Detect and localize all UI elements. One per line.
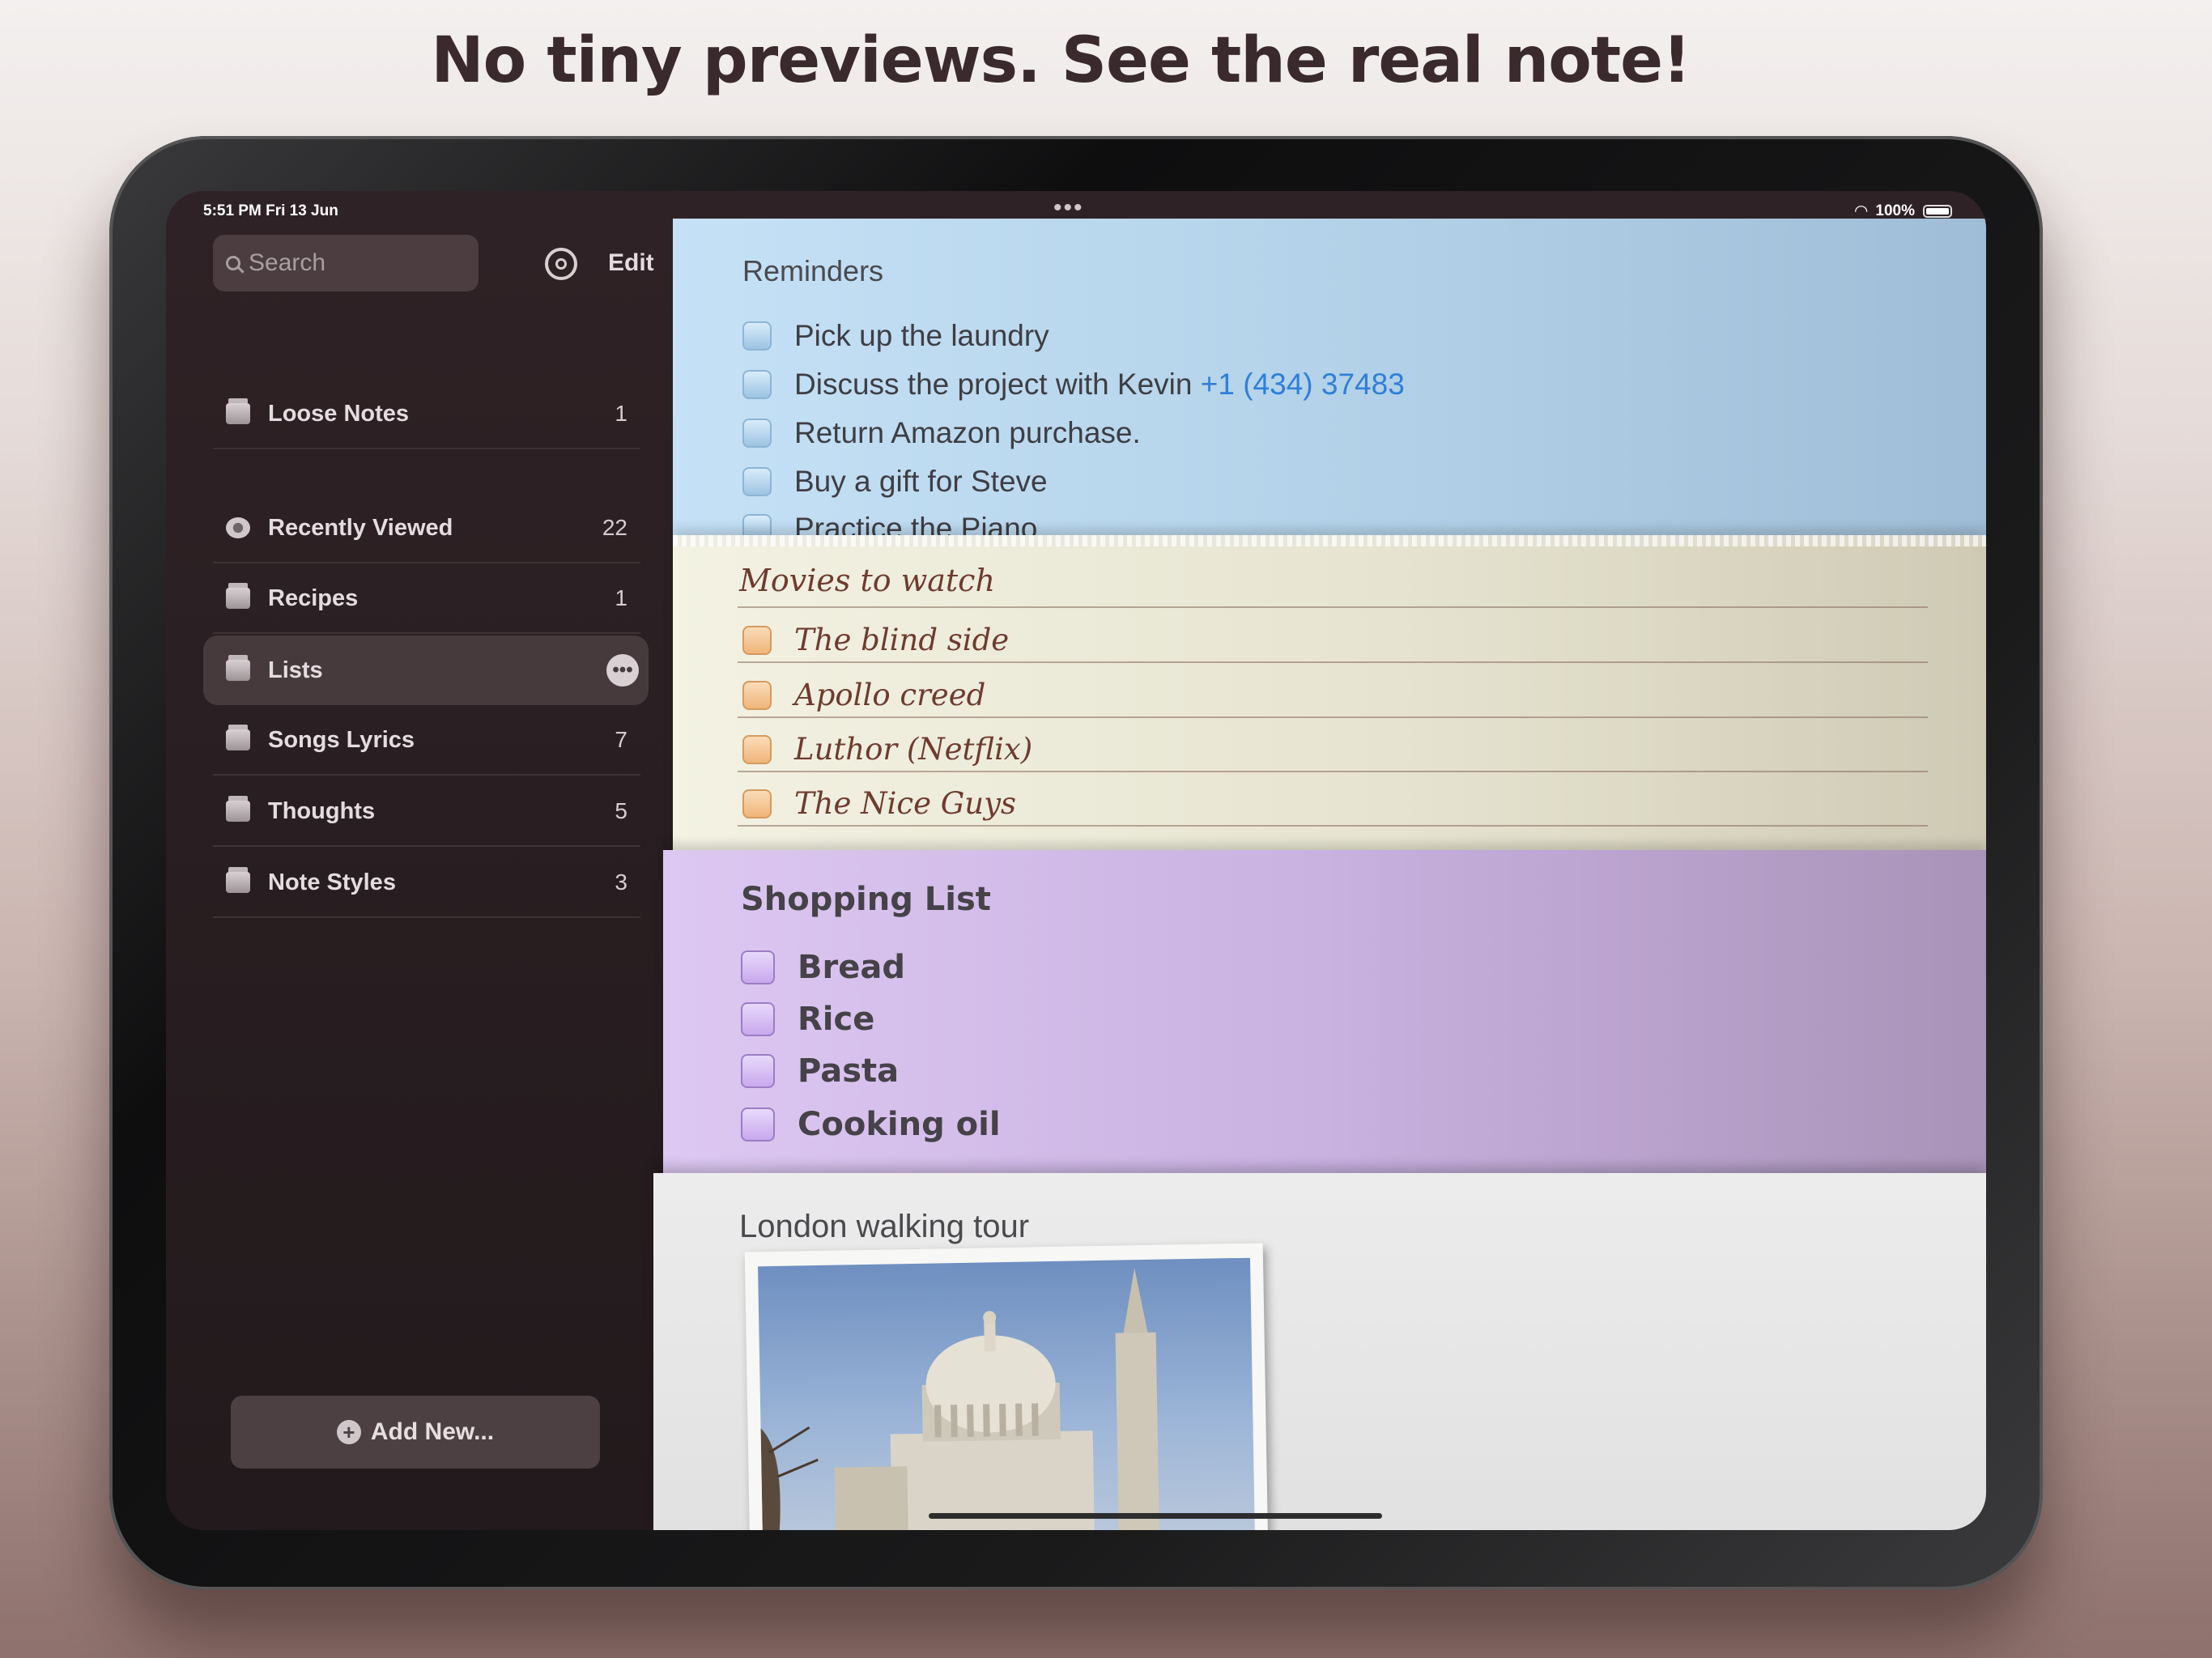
- ruled-line: [738, 825, 1928, 827]
- sidebar-item-count: 3: [615, 869, 627, 895]
- sidebar-item-label: Loose Notes: [268, 400, 410, 427]
- battery-icon: [1923, 204, 1952, 218]
- checkbox[interactable]: [742, 680, 772, 710]
- sidebar-item-label: Thoughts: [268, 797, 376, 824]
- checkbox[interactable]: [741, 1002, 775, 1036]
- torn-edge: [673, 535, 1986, 546]
- checklist-text: Apollo creed: [794, 678, 986, 712]
- sidebar-item-note-styles[interactable]: Note Styles 3: [213, 848, 640, 918]
- checkbox[interactable]: [742, 370, 772, 399]
- sidebar-item-count: 22: [602, 515, 627, 540]
- sidebar-item-label: Lists: [268, 657, 323, 683]
- sidebar-item-count: 5: [615, 798, 627, 823]
- note-title: Shopping List: [741, 881, 991, 918]
- sidebar-item-label: Songs Lyrics: [268, 726, 415, 753]
- checklist-text: Cooking oil: [798, 1106, 1001, 1143]
- checklist-item[interactable]: Luthor (Netflix): [742, 732, 1032, 767]
- settings-gear-icon[interactable]: [545, 248, 577, 280]
- checklist-text: Return Amazon purchase.: [794, 416, 1141, 449]
- checkbox[interactable]: [742, 625, 772, 655]
- sidebar-item-loose-notes[interactable]: Loose Notes 1: [213, 380, 640, 449]
- checklist-item[interactable]: Pasta: [741, 1052, 899, 1090]
- checklist-text: Bread: [798, 949, 905, 986]
- screen: 5:51 PM Fri 13 Jun ••• ◠ 100% Search Edi…: [166, 191, 1986, 1530]
- checkbox[interactable]: [742, 789, 772, 818]
- sidebar-item-label: Note Styles: [268, 869, 396, 895]
- checkbox[interactable]: [742, 419, 772, 448]
- plus-icon: +: [336, 1420, 361, 1444]
- checklist-text: Luthor (Netflix): [794, 732, 1033, 767]
- note-title: London walking tour: [739, 1209, 1030, 1244]
- checklist-item[interactable]: Apollo creed: [742, 678, 985, 712]
- headline: No tiny previews. See the real note!: [431, 24, 1691, 97]
- folder-stack-icon: [226, 655, 250, 681]
- search-placeholder: Search: [249, 249, 326, 276]
- ruled-line: [738, 771, 1928, 772]
- folder-stack-icon: [226, 725, 250, 750]
- ipad-device: 5:51 PM Fri 13 Jun ••• ◠ 100% Search Edi…: [109, 136, 2043, 1590]
- checklist-item[interactable]: Return Amazon purchase.: [742, 416, 1141, 450]
- checklist-text: Pick up the laundry: [794, 319, 1049, 352]
- cathedral-illustration: [760, 1268, 1159, 1530]
- checklist-item[interactable]: The blind side: [742, 623, 1009, 657]
- recent-gear-icon: [226, 517, 250, 538]
- ruled-line: [738, 606, 1928, 608]
- home-indicator[interactable]: [929, 1513, 1382, 1519]
- photo-attachment[interactable]: [744, 1243, 1269, 1530]
- checklist-item[interactable]: The Nice Guys: [742, 786, 1016, 821]
- sidebar-item-count: 7: [615, 727, 627, 752]
- checklist-item[interactable]: Cooking oil: [741, 1106, 1001, 1143]
- sidebar-item-recently-viewed[interactable]: Recently Viewed 22: [213, 494, 640, 563]
- note-reminders[interactable]: Reminders Pick up the laundry Discuss th…: [673, 219, 1986, 541]
- sidebar-item-count: 1: [615, 401, 627, 426]
- note-stack-icon: [226, 398, 250, 424]
- sidebar-item-label: Recipes: [268, 585, 359, 611]
- sidebar-item-songs-lyrics[interactable]: Songs Lyrics 7: [213, 706, 640, 776]
- ruled-line: [738, 716, 1928, 718]
- checklist-text: Buy a gift for Steve: [794, 465, 1048, 498]
- more-options-icon[interactable]: •••: [606, 654, 639, 687]
- edit-button[interactable]: Edit: [608, 249, 654, 277]
- checklist-item[interactable]: Bread: [741, 949, 905, 986]
- note-shopping-list[interactable]: Shopping List Bread Rice Pasta Cooking o…: [663, 850, 1986, 1182]
- folder-stack-icon: [226, 796, 250, 822]
- checklist-text: Discuss the project with Kevin +1 (434) …: [794, 368, 1405, 402]
- folder-stack-icon: [226, 867, 250, 893]
- sidebar-item-thoughts[interactable]: Thoughts 5: [213, 777, 640, 847]
- checklist-text: The Nice Guys: [794, 786, 1017, 821]
- checklist-text: Rice: [798, 1001, 875, 1038]
- checklist-item[interactable]: Pick up the laundry: [742, 319, 1049, 353]
- note-movies[interactable]: Movies to watch The blind side Apollo cr…: [673, 535, 1986, 857]
- sidebar-item-count: 1: [615, 585, 627, 610]
- search-input[interactable]: Search: [213, 235, 479, 291]
- phone-link[interactable]: +1 (434) 37483: [1201, 368, 1405, 401]
- multitasking-dots-icon[interactable]: •••: [1053, 194, 1084, 222]
- checkbox[interactable]: [742, 734, 772, 764]
- checkbox[interactable]: [741, 950, 775, 984]
- checklist-text: Pasta: [798, 1052, 900, 1090]
- note-title: Reminders: [742, 254, 884, 287]
- add-new-button[interactable]: + Add New...: [231, 1396, 600, 1469]
- sidebar-item-lists[interactable]: Lists •••: [203, 636, 649, 705]
- ruled-line: [738, 661, 1928, 663]
- checklist-item[interactable]: Buy a gift for Steve: [742, 465, 1048, 499]
- checklist-text: The blind side: [794, 623, 1010, 657]
- battery-percent: 100%: [1875, 202, 1915, 219]
- sidebar-item-recipes[interactable]: Recipes 1: [213, 564, 640, 634]
- sidebar-item-label: Recently Viewed: [268, 514, 453, 541]
- checklist-item[interactable]: Discuss the project with Kevin +1 (434) …: [742, 368, 1405, 402]
- checklist-text-main: Discuss the project with Kevin: [794, 368, 1193, 401]
- checklist-item[interactable]: Rice: [741, 1001, 874, 1038]
- add-new-label: Add New...: [370, 1418, 495, 1445]
- checkbox[interactable]: [741, 1107, 775, 1141]
- st-pauls-photo: [758, 1257, 1255, 1530]
- note-title: Movies to watch: [739, 563, 995, 598]
- search-icon: [226, 256, 240, 270]
- checkbox[interactable]: [741, 1054, 775, 1088]
- sidebar: Search Edit Loose Notes 1 Recently Viewe…: [166, 191, 660, 1530]
- checkbox[interactable]: [742, 467, 772, 496]
- checkbox[interactable]: [742, 321, 772, 351]
- folder-stack-icon: [226, 583, 250, 609]
